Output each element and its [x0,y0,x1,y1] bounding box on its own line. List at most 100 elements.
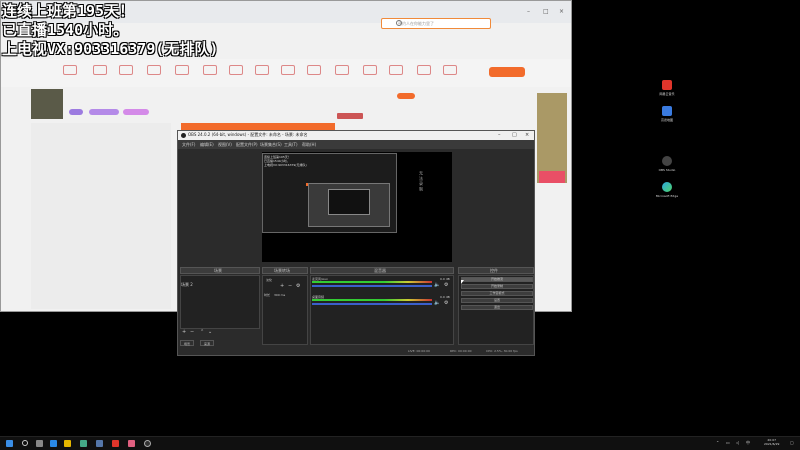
overlay-line-3: 上电视VX:903316379(无排队) [2,40,219,58]
edge-icon [662,182,672,192]
content-area [31,123,171,309]
mixer-track-level: 0.0 dB [440,295,450,299]
nav-icon[interactable] [281,65,295,75]
scenes-dock-title: 场景 [214,268,222,273]
search-icon[interactable] [22,440,28,446]
edge-icon[interactable] [50,440,57,447]
promo-badge[interactable] [539,171,565,183]
add-icon[interactable]: + [182,329,186,335]
mouse-cursor [461,280,464,284]
network-icon[interactable]: ▭ [726,440,730,445]
duration-label: 时长 [264,293,271,297]
maximize-icon[interactable]: □ [543,9,549,15]
menu-item-profile[interactable]: 配置文件(P) [236,142,258,148]
tray-chevron-icon[interactable]: ⌃ [716,440,719,445]
nav-icon[interactable] [443,65,457,75]
exit-button[interactable]: 退出 [461,305,533,310]
tab-scenes[interactable]: 场景 [180,340,195,346]
stream-overlay: 连续上班第195天！ 已直播1540小时。 上电视VX:903316379(无排… [2,2,218,59]
menu-item-edit[interactable]: 编辑(E) [200,142,214,148]
nav-icon[interactable] [229,65,243,75]
preview-vertical-text: 无 法 录 制 [419,171,424,191]
status-badge [123,109,149,115]
start-streaming-button[interactable]: 开始推流 [461,277,533,282]
nav-icon[interactable] [363,65,377,75]
obs-icon [662,156,672,166]
gear-icon[interactable]: ⚙ [444,300,448,306]
obs-window[interactable]: OBS 24.0.2 (64-bit, windows) - 配置文件: 未命名… [177,130,535,356]
download-button[interactable] [489,67,525,77]
maximize-icon[interactable]: □ [512,132,517,138]
settings-button[interactable]: 设置 [461,298,533,303]
gear-icon[interactable]: ⚙ [444,282,448,288]
nav-icon[interactable] [255,65,269,75]
obs-title: OBS 24.0.2 (64-bit, windows) - 配置文件: 未命名… [188,132,308,137]
nav-icon[interactable] [417,65,431,75]
minimize-icon[interactable]: – [498,132,501,138]
start-icon[interactable] [6,440,13,447]
volume-slider[interactable] [312,285,432,287]
tab-sources[interactable]: 来源 [200,340,215,346]
nested-preview-3 [328,189,370,215]
menu-item-tools[interactable]: 工具(T) [284,142,298,148]
volume-meter [312,299,432,301]
studio-mode-button[interactable]: 工作室模式 [461,291,533,296]
chrome-icon[interactable] [80,440,87,447]
desktop-icon-amap[interactable]: 高德地图 [652,106,682,122]
folder-icon[interactable] [64,440,71,447]
desktop-icon-edge[interactable]: Microsoft Edge [652,182,682,198]
desktop-icon-netease-music[interactable]: 网易云音乐 [652,80,682,96]
amap-icon [662,106,672,116]
desktop-icon-label: OBS Studio [658,168,676,172]
nav-icon[interactable] [119,65,133,75]
duration-field[interactable]: 300 ms [274,293,285,297]
start-recording-button[interactable]: 开始录制 [461,284,533,289]
remove-icon[interactable]: − [288,283,292,289]
nav-icon[interactable] [63,65,77,75]
nav-icon[interactable] [147,65,161,75]
nav-icon[interactable] [389,65,403,75]
volume-slider[interactable] [312,303,432,305]
menu-item-file[interactable]: 文件(F) [182,142,195,148]
system-clock[interactable]: 20:07 2021/6/29 [764,438,779,446]
ime-icon[interactable]: 中 [746,440,750,446]
search-icon [396,20,402,26]
desktop-icon-obs[interactable]: OBS Studio [652,156,682,172]
app-icon[interactable] [128,440,135,447]
chevron-up-icon[interactable]: ⌃ [200,329,204,335]
volume-icon[interactable]: 🔈 [434,282,440,288]
menu-item-help[interactable]: 帮助(H) [302,142,316,148]
transition-select[interactable]: 淡化 [266,278,272,282]
netease-music-icon[interactable] [112,440,119,447]
mixer-dock-title: 混音器 [374,268,386,273]
close-icon[interactable]: × [525,132,529,138]
obs-logo-icon [181,133,186,138]
desktop-icon-label: 网易云音乐 [659,92,675,96]
volume-icon[interactable]: 🔈 [434,300,440,306]
obs-icon[interactable] [144,440,151,447]
rec-time: REC: 00:00:00 [450,349,472,353]
side-banner[interactable] [537,93,567,183]
add-icon[interactable]: + [280,283,284,289]
notification-icon[interactable]: ▢ [790,440,794,445]
nav-icon[interactable] [307,65,321,75]
menu-item-view[interactable]: 视图(V) [218,142,232,148]
remove-icon[interactable]: − [190,329,194,335]
taskbar [0,436,800,450]
live-time: LIVE: 00:00:00 [408,349,430,353]
nav-icon[interactable] [93,65,107,75]
chevron-down-icon[interactable]: ⌄ [208,329,212,335]
overlay-line-1: 连续上班第195天！ [2,2,135,20]
nav-icon[interactable] [335,65,349,75]
app-icon[interactable] [96,440,103,447]
volume-icon[interactable]: ◁ [736,440,739,445]
minimize-icon[interactable]: – [527,9,533,15]
nav-icon[interactable] [203,65,217,75]
gear-icon[interactable]: ⚙ [296,283,300,289]
close-icon[interactable]: × [559,9,565,15]
controls-dock-title: 控件 [490,268,498,273]
task-view-icon[interactable] [36,440,43,447]
scene-item[interactable]: 场景 2 [181,282,193,288]
nav-icon[interactable] [175,65,189,75]
menu-item-scene-collection[interactable]: 场景集合(S) [260,142,282,148]
